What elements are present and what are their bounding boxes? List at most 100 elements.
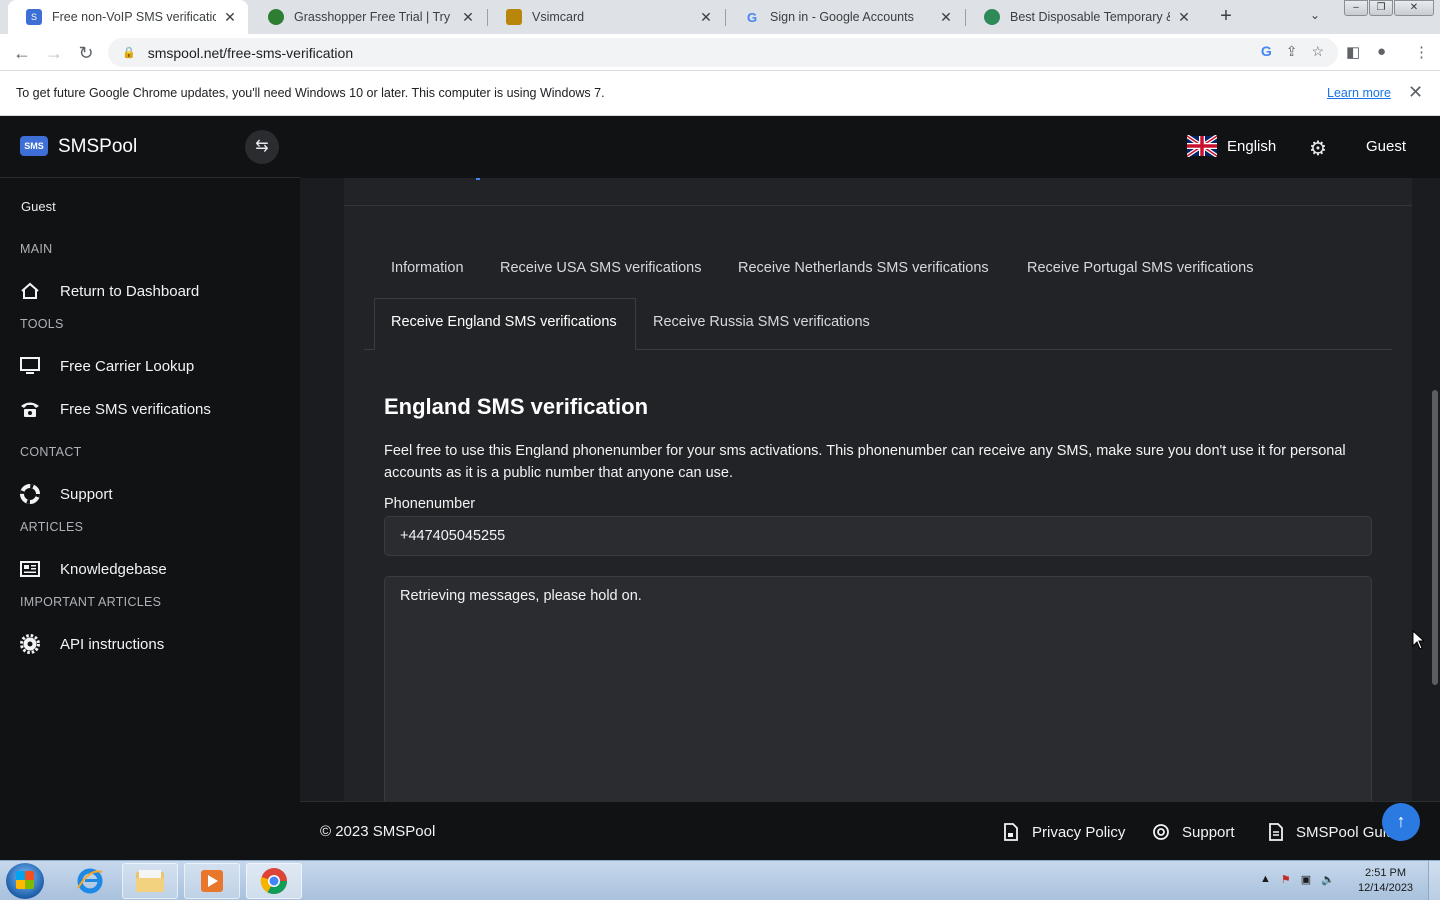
browser-tab-google[interactable]: G Sign in - Google Accounts ✕ [726, 0, 964, 34]
footer: © 2023 SMSPool Privacy Policy Support SM… [300, 801, 1440, 860]
address-bar[interactable]: 🔒 smspool.net/free-sms-verification G ⇪ … [108, 38, 1338, 67]
sidebar-item-dashboard[interactable]: Return to Dashboard [20, 281, 199, 301]
footer-link-privacy[interactable]: Privacy Policy [1002, 823, 1125, 841]
forward-arrow-icon[interactable]: → [42, 41, 66, 65]
tab-information[interactable]: Information [391, 260, 464, 276]
tabs-underline [636, 349, 1392, 350]
tab-title: Vsimcard [532, 10, 585, 24]
close-icon[interactable]: ✕ [1176, 9, 1192, 26]
settings-gear-icon[interactable]: ⚙ [1309, 136, 1327, 161]
side-panel-icon[interactable]: ◧ [1346, 43, 1360, 61]
header-user[interactable]: Guest [1366, 138, 1406, 155]
grasshopper-favicon-icon [268, 9, 284, 25]
tray-chevron-icon[interactable]: ▲ [1260, 873, 1271, 886]
main-content: Information Receive USA SMS verification… [300, 178, 1440, 801]
maximize-button[interactable]: ❐ [1369, 0, 1393, 16]
tab-russia[interactable]: Receive Russia SMS verifications [653, 314, 870, 330]
footer-link-label: Support [1182, 823, 1235, 841]
tab-title: Free non-VoIP SMS verifications [52, 10, 216, 24]
newspaper-icon [20, 559, 40, 579]
system-tray: ▲ ⚑ ▣ 🔈 [1260, 873, 1335, 886]
smspool-logo[interactable]: SMS [20, 136, 48, 156]
browser-tab-disposable[interactable]: Best Disposable Temporary & Fa ✕ [966, 0, 1202, 34]
taskbar-clock[interactable]: 2:51 PM 12/14/2023 [1358, 866, 1413, 896]
chrome-icon [260, 868, 288, 895]
tab-title: Sign in - Google Accounts [770, 10, 914, 24]
divider [344, 205, 1412, 206]
tab-title: Grasshopper Free Trial | Try Free [294, 10, 454, 24]
sidebar-item-label: Free SMS verifications [60, 400, 211, 418]
start-button[interactable] [6, 863, 44, 899]
clock-date: 12/14/2023 [1358, 882, 1414, 894]
document-icon [1268, 823, 1284, 841]
section-tools: TOOLS [20, 317, 64, 331]
share-icon[interactable]: ⇪ [1286, 43, 1298, 60]
tab-usa[interactable]: Receive USA SMS verifications [500, 260, 701, 276]
browser-tab-smspool[interactable]: S Free non-VoIP SMS verifications ✕ [8, 0, 248, 34]
scroll-to-top-button[interactable]: ↑ [1382, 803, 1420, 841]
tab-search-chevron-icon[interactable]: ⌄ [1310, 8, 1320, 22]
update-infobar: To get future Google Chrome updates, you… [0, 71, 1440, 116]
internet-explorer-icon [77, 868, 103, 894]
footer-link-guide[interactable]: SMSPool Guide [1268, 823, 1390, 841]
mouse-cursor-icon [1412, 630, 1424, 650]
sidebar-item-knowledgebase[interactable]: Knowledgebase [20, 559, 167, 579]
sidebar-item-label: Knowledgebase [60, 560, 167, 578]
uk-flag-icon [1187, 135, 1217, 157]
tab-netherlands[interactable]: Receive Netherlands SMS verifications [738, 260, 989, 276]
language-selector[interactable]: English [1187, 135, 1276, 157]
phone-number-field[interactable]: +447405045255 [384, 516, 1372, 556]
lifebuoy-icon [20, 484, 40, 504]
clock-time: 2:51 PM [1365, 867, 1407, 879]
scrollbar-thumb[interactable] [1432, 390, 1438, 685]
network-icon[interactable]: ▣ [1301, 873, 1311, 886]
messages-status: Retrieving messages, please hold on. [400, 588, 642, 604]
close-icon[interactable]: ✕ [460, 9, 476, 26]
taskbar-explorer[interactable] [122, 863, 178, 899]
phone-icon [20, 399, 40, 419]
bookmark-star-icon[interactable]: ☆ [1311, 43, 1324, 60]
brand-name[interactable]: SMSPool [58, 136, 137, 158]
reload-icon[interactable]: ↻ [74, 41, 98, 65]
cog-icon [20, 634, 40, 654]
taskbar-media-player[interactable] [184, 863, 240, 899]
footer-link-label: SMSPool Guide [1296, 823, 1390, 841]
learn-more-link[interactable]: Learn more [1327, 86, 1391, 100]
window-close-button[interactable]: ✕ [1394, 0, 1434, 16]
lock-icon: 🔒 [122, 47, 136, 59]
document-lock-icon [1002, 823, 1020, 841]
section-important-articles: IMPORTANT ARTICLES [20, 595, 162, 609]
browser-tabstrip: S Free non-VoIP SMS verifications ✕ Gras… [0, 0, 1440, 34]
new-tab-button[interactable]: + [1214, 4, 1238, 28]
show-desktop-button[interactable] [1428, 861, 1440, 900]
sidebar-item-carrier-lookup[interactable]: Free Carrier Lookup [20, 356, 194, 376]
windows-taskbar: ▲ ⚑ ▣ 🔈 2:51 PM 12/14/2023 [0, 860, 1440, 900]
sidebar-item-support[interactable]: Support [20, 484, 113, 504]
sidebar-toggle-button[interactable]: ⇆ [245, 130, 279, 164]
close-icon[interactable]: ✕ [938, 9, 954, 26]
volume-muted-icon[interactable]: 🔈 [1321, 873, 1335, 886]
menu-kebab-icon[interactable]: ⋮ [1414, 43, 1429, 61]
decorative-dash [476, 178, 480, 180]
browser-tab-vsimcard[interactable]: Vsimcard ✕ [488, 0, 724, 34]
messages-box[interactable]: Retrieving messages, please hold on. [384, 576, 1372, 801]
browser-tab-grasshopper[interactable]: Grasshopper Free Trial | Try Free ✕ [250, 0, 486, 34]
action-center-icon[interactable]: ⚑ [1281, 873, 1291, 886]
page-scrollbar[interactable] [1430, 178, 1440, 801]
infobar-close-icon[interactable]: ✕ [1408, 82, 1423, 103]
tab-portugal[interactable]: Receive Portugal SMS verifications [1027, 260, 1253, 276]
google-lens-icon[interactable]: G [1261, 43, 1272, 60]
sidebar-item-free-sms[interactable]: Free SMS verifications [20, 399, 211, 419]
taskbar-internet-explorer[interactable] [62, 863, 118, 899]
back-arrow-icon[interactable]: ← [10, 41, 34, 65]
close-icon[interactable]: ✕ [698, 9, 714, 26]
minimize-button[interactable]: – [1344, 0, 1368, 16]
footer-link-support[interactable]: Support [1152, 823, 1235, 841]
sidebar-item-api-instructions[interactable]: API instructions [20, 634, 164, 654]
sidebar-item-label: Free Carrier Lookup [60, 357, 195, 375]
profile-avatar-icon[interactable]: ● [1377, 43, 1386, 60]
tab-england[interactable]: Receive England SMS verifications [391, 314, 617, 330]
close-icon[interactable]: ✕ [222, 9, 238, 26]
taskbar-chrome[interactable] [246, 863, 302, 899]
description-text: Feel free to use this England phonenumbe… [384, 443, 1346, 481]
